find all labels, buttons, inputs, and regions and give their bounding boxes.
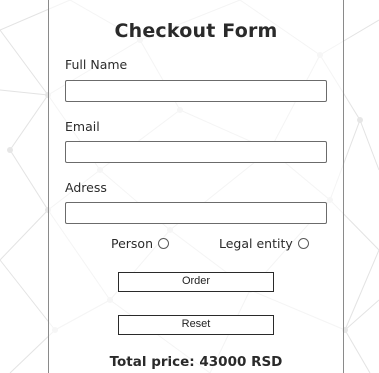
full-name-label: Full Name [65, 57, 128, 72]
form-title: Checkout Form [114, 20, 278, 42]
order-button[interactable]: Order [118, 272, 274, 292]
radio-legal-entity-label: Legal entity [219, 236, 293, 251]
address-label: Adress [65, 180, 107, 195]
entity-type-radio-group: Person Legal entity [49, 236, 343, 254]
radio-option-person[interactable]: Person [111, 236, 170, 251]
address-input[interactable] [65, 202, 327, 224]
radio-legal-entity-circle[interactable] [297, 238, 309, 249]
radio-person-circle[interactable] [158, 238, 170, 249]
email-input[interactable] [65, 141, 327, 163]
total-price: Total price: 43000 RSD [109, 354, 283, 370]
full-name-input[interactable] [65, 80, 327, 102]
checkout-form-panel: Checkout Form Full Name Email Adress Per… [48, 0, 344, 373]
email-label: Email [65, 119, 100, 134]
reset-button[interactable]: Reset [118, 315, 274, 335]
radio-person-label: Person [111, 236, 154, 251]
radio-option-legal-entity[interactable]: Legal entity [219, 236, 309, 251]
